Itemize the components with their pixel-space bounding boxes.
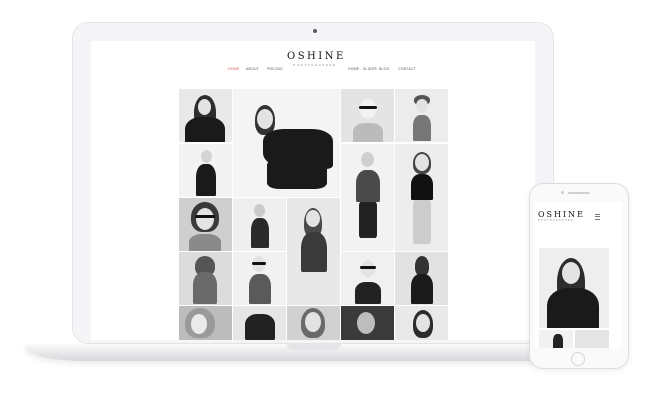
laptop-camera <box>313 29 317 33</box>
phone-logo-text: OSHINE <box>538 210 586 219</box>
gallery-photo[interactable] <box>233 89 340 197</box>
laptop-notch <box>287 344 341 350</box>
nav-home-slider[interactable]: HOME - SLIDER <box>348 67 377 71</box>
phone-screen: OSHINE PHOTOGRAPHER <box>535 202 622 348</box>
phone-home-button[interactable] <box>571 352 585 366</box>
phone-speaker <box>568 192 590 194</box>
phone-camera <box>561 191 564 194</box>
nav-pricing[interactable]: PRICING <box>267 67 283 71</box>
gallery-photo[interactable] <box>341 306 394 340</box>
phone-gallery-photo[interactable] <box>539 248 609 328</box>
gallery-photo[interactable] <box>395 89 448 142</box>
nav-blog[interactable]: BLOG <box>379 67 390 71</box>
hamburger-icon[interactable] <box>595 214 600 220</box>
gallery-photo[interactable] <box>341 89 394 142</box>
site-logo[interactable]: OSHINE PHOTOGRAPHER <box>287 51 343 67</box>
site-header: HOME ABOUT PRICING OSHINE PHOTOGRAPHER H… <box>91 51 535 81</box>
gallery-photo[interactable] <box>287 306 340 340</box>
gallery-photo[interactable] <box>341 252 394 305</box>
phone-gallery-photo[interactable] <box>539 330 573 348</box>
gallery-photo[interactable] <box>179 198 232 251</box>
phone-logo-subtitle: PHOTOGRAPHER <box>538 219 574 222</box>
gallery-photo[interactable] <box>395 144 448 251</box>
phone-gallery-photo[interactable] <box>575 330 609 348</box>
gallery-photo[interactable] <box>179 89 232 142</box>
gallery-photo[interactable] <box>179 144 232 197</box>
gallery-photo[interactable] <box>341 144 394 251</box>
nav-contact[interactable]: CONTACT <box>398 67 416 71</box>
nav-home[interactable]: HOME <box>228 67 239 71</box>
nav-about[interactable]: ABOUT <box>246 67 259 71</box>
gallery-photo[interactable] <box>179 306 232 340</box>
logo-text: OSHINE <box>287 51 346 62</box>
gallery-photo[interactable] <box>395 252 448 305</box>
gallery-photo[interactable] <box>233 252 286 305</box>
gallery-photo[interactable] <box>179 252 232 305</box>
gallery-photo[interactable] <box>395 306 448 340</box>
logo-subtitle: PHOTOGRAPHER <box>293 63 337 67</box>
gallery-photo[interactable] <box>287 198 340 305</box>
laptop-screen: HOME ABOUT PRICING OSHINE PHOTOGRAPHER H… <box>91 41 535 340</box>
gallery-photo[interactable] <box>233 306 286 340</box>
phone-site-logo[interactable]: OSHINE PHOTOGRAPHER <box>538 210 585 222</box>
gallery-photo[interactable] <box>233 198 286 251</box>
laptop-base <box>25 344 603 361</box>
